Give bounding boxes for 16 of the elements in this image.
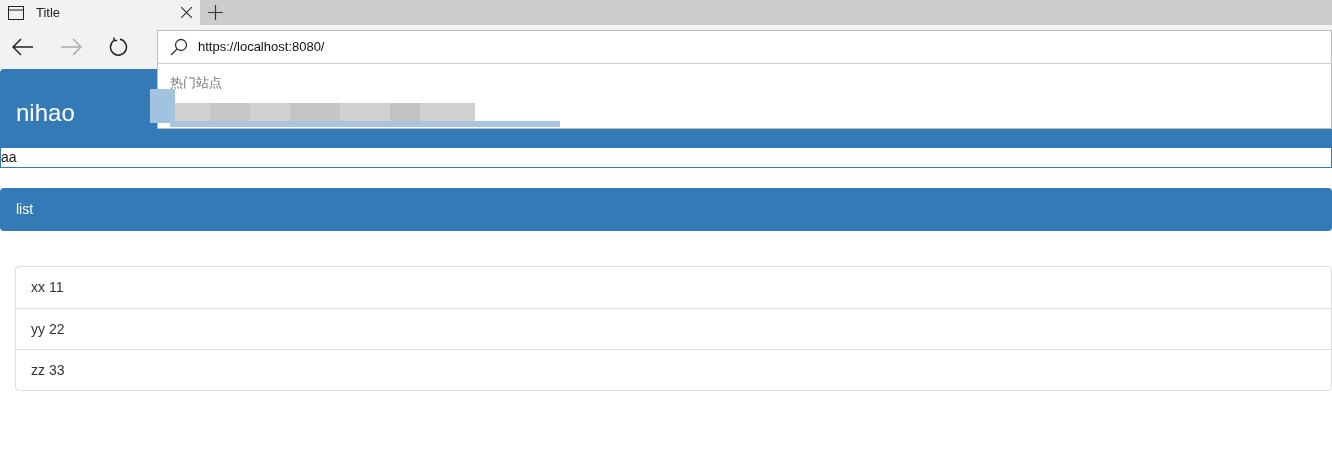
window-icon [8,5,24,20]
browser-tab[interactable]: Title [0,0,200,25]
suggestions-heading: 热门站点 [169,74,222,92]
text-input[interactable]: aa [0,147,1332,168]
tab-title: Title [36,3,62,22]
list-item: xx 11 [30,278,65,297]
close-icon[interactable] [181,7,192,18]
panel-heading: list [0,188,1332,231]
back-arrow-icon[interactable] [12,38,34,56]
plus-icon[interactable] [208,5,223,20]
list-item: yy 22 [16,308,1331,349]
address-field[interactable]: https://localhost:8080/ [198,37,1331,57]
page-title: nihao [16,98,75,128]
list-item: zz 33 [16,349,1331,390]
search-icon [170,38,188,56]
refresh-icon[interactable] [108,37,128,57]
